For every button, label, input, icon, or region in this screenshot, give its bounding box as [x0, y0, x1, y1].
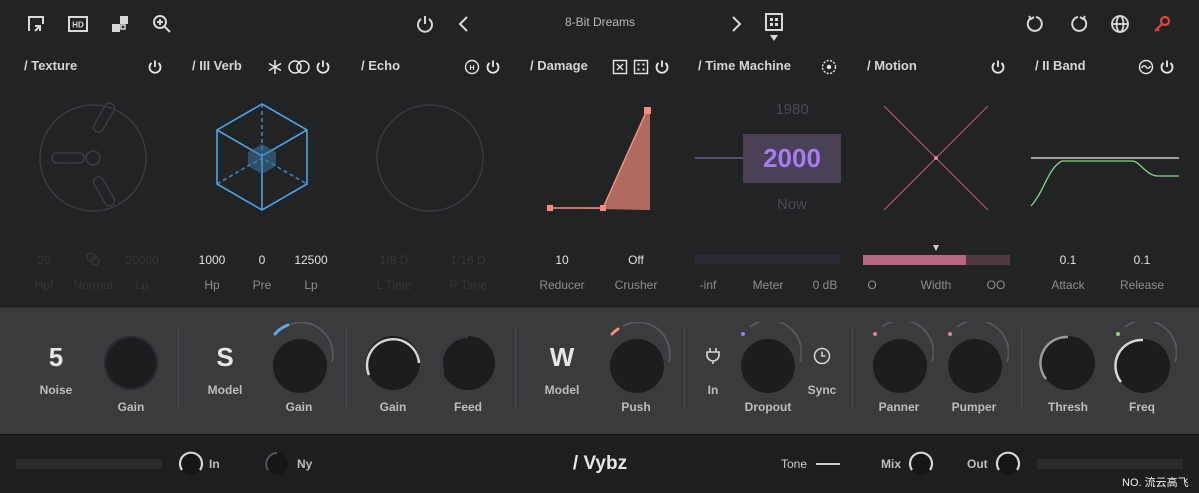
- zoom-icon[interactable]: [150, 12, 174, 36]
- ny-knob[interactable]: [263, 450, 291, 478]
- verb-lp-value[interactable]: 12500: [281, 253, 341, 267]
- ny-label: Ny: [297, 457, 313, 471]
- verb-gain-label: Gain: [285, 400, 313, 414]
- echo-feed-knob[interactable]: [438, 333, 498, 393]
- hd-icon[interactable]: HD: [66, 12, 90, 36]
- width-min-label: O: [867, 278, 877, 292]
- noise-label: Noise: [39, 383, 73, 397]
- input-meter: [16, 459, 162, 469]
- band-thresh-label: Thresh: [1047, 400, 1088, 414]
- mix-label: Mix: [881, 457, 902, 471]
- band-curve-graphic[interactable]: [1030, 157, 1179, 207]
- damage-model-value[interactable]: W: [542, 342, 582, 373]
- plug-icon[interactable]: [704, 347, 722, 365]
- key-icon[interactable]: [1150, 12, 1174, 36]
- band-freq-label: Freq: [1128, 400, 1155, 414]
- power-icon[interactable]: [413, 12, 437, 36]
- redo-icon[interactable]: [1066, 12, 1090, 36]
- brand-logo: / Vybz: [572, 453, 628, 474]
- output-gain-knob[interactable]: [994, 450, 1022, 478]
- echo-feed-label: Feed: [453, 400, 482, 414]
- previous-preset-icon[interactable]: [452, 12, 476, 36]
- globe-icon[interactable]: [1108, 12, 1132, 36]
- band-thresh-knob[interactable]: [1038, 333, 1098, 393]
- svg-text:HD: HD: [72, 21, 84, 30]
- undo-icon[interactable]: [1024, 12, 1048, 36]
- verb-cube-graphic[interactable]: [216, 103, 308, 211]
- divider: [515, 329, 516, 407]
- motion-panner-knob[interactable]: [866, 322, 934, 394]
- mix-knob[interactable]: [907, 450, 935, 478]
- damage-push-knob[interactable]: [603, 322, 671, 394]
- year-current[interactable]: 2000: [743, 134, 841, 183]
- damage-crusher-value[interactable]: Off: [606, 253, 666, 267]
- texture-lp-value[interactable]: 20000: [112, 253, 172, 267]
- noise-gain-label: Gain: [117, 400, 145, 414]
- noise-value[interactable]: 5: [36, 342, 76, 373]
- time-machine-meter: [695, 255, 840, 264]
- motion-width-slider[interactable]: [863, 245, 1010, 265]
- echo-gain-label: Gain: [379, 400, 407, 414]
- divider: [346, 329, 347, 407]
- motion-panner-label: Panner: [878, 400, 920, 414]
- tm-dropout-label: Dropout: [744, 400, 792, 414]
- year-next[interactable]: Now: [743, 196, 841, 213]
- verb-model-label: Model: [207, 383, 243, 397]
- preset-name[interactable]: 8-Bit Dreams: [520, 15, 680, 29]
- damage-reducer-value[interactable]: 10: [532, 253, 592, 267]
- input-gain-knob[interactable]: [177, 450, 205, 478]
- damage-crusher-label: Crusher: [614, 278, 658, 292]
- out-label: Out: [967, 457, 988, 471]
- echo-rtime-label: R Time: [448, 278, 487, 292]
- band-attack-value[interactable]: 0.1: [1038, 253, 1098, 267]
- randomize-icon[interactable]: [108, 12, 132, 36]
- motion-pumper-knob[interactable]: [941, 322, 1009, 394]
- echo-graphic[interactable]: [376, 104, 484, 212]
- input-label: In: [209, 457, 220, 471]
- year-previous[interactable]: 1980: [743, 101, 841, 118]
- echo-gain-knob[interactable]: [363, 333, 423, 393]
- divider: [1021, 329, 1022, 407]
- damage-curve-graphic[interactable]: [547, 107, 651, 211]
- verb-lp-label: Lp: [304, 278, 318, 292]
- display-area: 1980 2000 Now 20 20000 Hpf Normal Lp 100…: [0, 48, 1199, 306]
- divider: [178, 329, 179, 407]
- noise-gain-knob[interactable]: [101, 333, 161, 393]
- band-release-value[interactable]: 0.1: [1112, 253, 1172, 267]
- knob-strip: [0, 307, 1199, 434]
- verb-gain-knob[interactable]: [266, 322, 334, 394]
- tone-label: Tone: [781, 457, 808, 471]
- tm-sync-label: Sync: [807, 383, 837, 397]
- verb-model-value[interactable]: S: [205, 342, 245, 373]
- band-release-label: Release: [1119, 278, 1165, 292]
- band-attack-label: Attack: [1051, 278, 1085, 292]
- width-max-label: OO: [986, 278, 1006, 292]
- echo-ltime-label: L Time: [376, 278, 412, 292]
- watermark: NO. 流云高飞: [1122, 477, 1189, 489]
- output-meter: [1037, 459, 1183, 469]
- echo-ltime-value[interactable]: 1/8 D: [364, 253, 424, 267]
- preset-browser-icon[interactable]: [762, 12, 786, 44]
- motion-xy-graphic[interactable]: [883, 105, 989, 211]
- texture-lp-label: Lp: [135, 278, 149, 292]
- motion-pumper-label: Pumper: [951, 400, 997, 414]
- clock-icon[interactable]: [813, 347, 831, 365]
- damage-model-label: Model: [544, 383, 580, 397]
- texture-fan-graphic[interactable]: [39, 101, 147, 212]
- echo-rtime-value[interactable]: 1/16 D: [438, 253, 498, 267]
- resize-icon[interactable]: [24, 12, 48, 36]
- tone-slider[interactable]: [816, 463, 840, 465]
- top-toolbar: HD 8-Bit Dreams: [0, 0, 1199, 48]
- damage-reducer-label: Reducer: [539, 278, 585, 292]
- damage-push-label: Push: [621, 400, 651, 414]
- band-freq-knob[interactable]: [1109, 322, 1177, 394]
- next-preset-icon[interactable]: [724, 12, 748, 36]
